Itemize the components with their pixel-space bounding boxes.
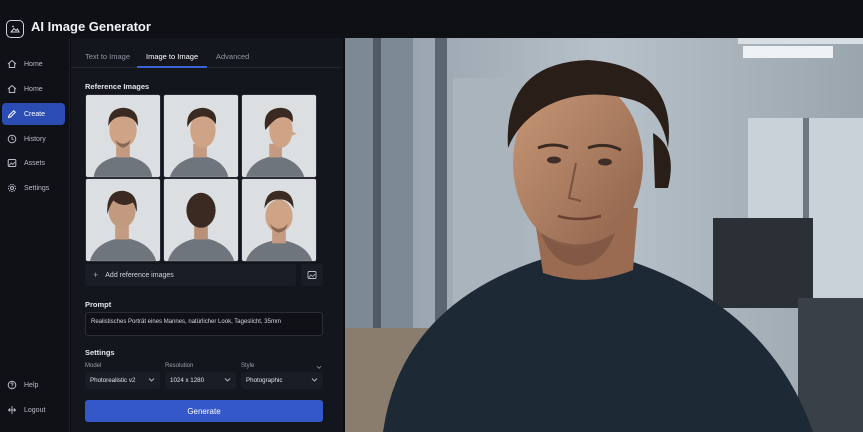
- create-panel: Text to Image Image to Image Advanced Re…: [71, 38, 343, 432]
- sidebar-item-help[interactable]: Help: [2, 374, 65, 396]
- app-title: AI Image Generator: [31, 19, 151, 34]
- top-bar: AI Image Generator: [0, 0, 863, 38]
- sidebar-item-history[interactable]: History: [2, 128, 65, 150]
- reference-thumbnail[interactable]: [163, 94, 239, 178]
- mode-tabs: Text to Image Image to Image Advanced: [71, 38, 343, 68]
- sidebar-item-label: Assets: [24, 159, 46, 167]
- sidebar-item-label: Logout: [24, 406, 46, 414]
- image-upload-icon: [307, 271, 317, 279]
- sidebar-item-assets[interactable]: Assets: [2, 152, 65, 174]
- sidebar-item-label: History: [24, 135, 46, 143]
- sidebar-item-label: Settings: [24, 184, 50, 192]
- image-sparkle-icon: [6, 20, 24, 38]
- prompt-heading: Prompt: [85, 300, 112, 309]
- sidebar-item-home-2[interactable]: Home: [2, 78, 65, 100]
- chevron-down-icon: [224, 378, 231, 382]
- style-value: Photographic: [246, 377, 283, 384]
- resolution-value: 1024 x 1280: [170, 377, 205, 384]
- resolution-label: Resolution: [165, 363, 194, 369]
- add-reference-images-button[interactable]: + Add reference images: [85, 264, 296, 286]
- tab-image-to-image[interactable]: Image to Image: [146, 52, 198, 61]
- chevron-down-icon: [311, 378, 318, 382]
- generate-button[interactable]: Generate: [85, 400, 323, 422]
- plus-icon: +: [93, 270, 99, 280]
- reference-thumbnail[interactable]: [163, 178, 239, 262]
- sidebar-item-settings[interactable]: Settings: [2, 177, 65, 199]
- help-icon: [7, 380, 17, 390]
- model-select[interactable]: Photorealistic v2: [85, 372, 160, 389]
- model-label: Model: [85, 363, 102, 369]
- gear-icon: [8, 184, 16, 192]
- reference-images-heading: Reference Images: [85, 82, 150, 91]
- image-icon: [7, 159, 17, 167]
- style-select[interactable]: Photographic: [241, 372, 323, 389]
- active-tab-indicator: [137, 66, 207, 68]
- reference-thumbnail[interactable]: [241, 178, 317, 262]
- sidebar-item-logout[interactable]: Logout: [2, 399, 65, 421]
- chevron-down-icon: [316, 365, 322, 369]
- sidebar: Home Home Create History Assets Settings…: [0, 38, 70, 432]
- chevron-down-icon: [148, 378, 155, 382]
- settings-heading: Settings: [85, 348, 115, 357]
- create-icon: [7, 109, 17, 119]
- reference-thumbnail[interactable]: [85, 178, 161, 262]
- resolution-select[interactable]: 1024 x 1280: [165, 372, 236, 389]
- tab-advanced[interactable]: Advanced: [216, 52, 249, 61]
- home-icon: [7, 84, 17, 93]
- sidebar-item-label: Help: [24, 381, 39, 389]
- image-upload-button[interactable]: [301, 264, 323, 286]
- logout-icon: [7, 406, 17, 414]
- reference-thumbnail[interactable]: [241, 94, 317, 178]
- sidebar-item-label: Create: [24, 110, 46, 118]
- clock-icon: [7, 134, 17, 144]
- sidebar-item-label: Home: [24, 60, 43, 68]
- generated-image-preview: [343, 38, 863, 432]
- home-icon: [7, 59, 17, 68]
- sidebar-item-create[interactable]: Create: [2, 103, 65, 125]
- prompt-input[interactable]: Realistisches Porträt eines Mannes, natü…: [85, 312, 323, 336]
- model-value: Photorealistic v2: [90, 377, 136, 384]
- style-label: Style: [241, 363, 255, 369]
- sidebar-item-home[interactable]: Home: [2, 53, 65, 75]
- sidebar-item-label: Home: [24, 85, 43, 93]
- add-reference-images-label: Add reference images: [105, 271, 174, 279]
- reference-thumbnail[interactable]: [85, 94, 161, 178]
- tab-text-to-image[interactable]: Text to Image: [85, 52, 130, 61]
